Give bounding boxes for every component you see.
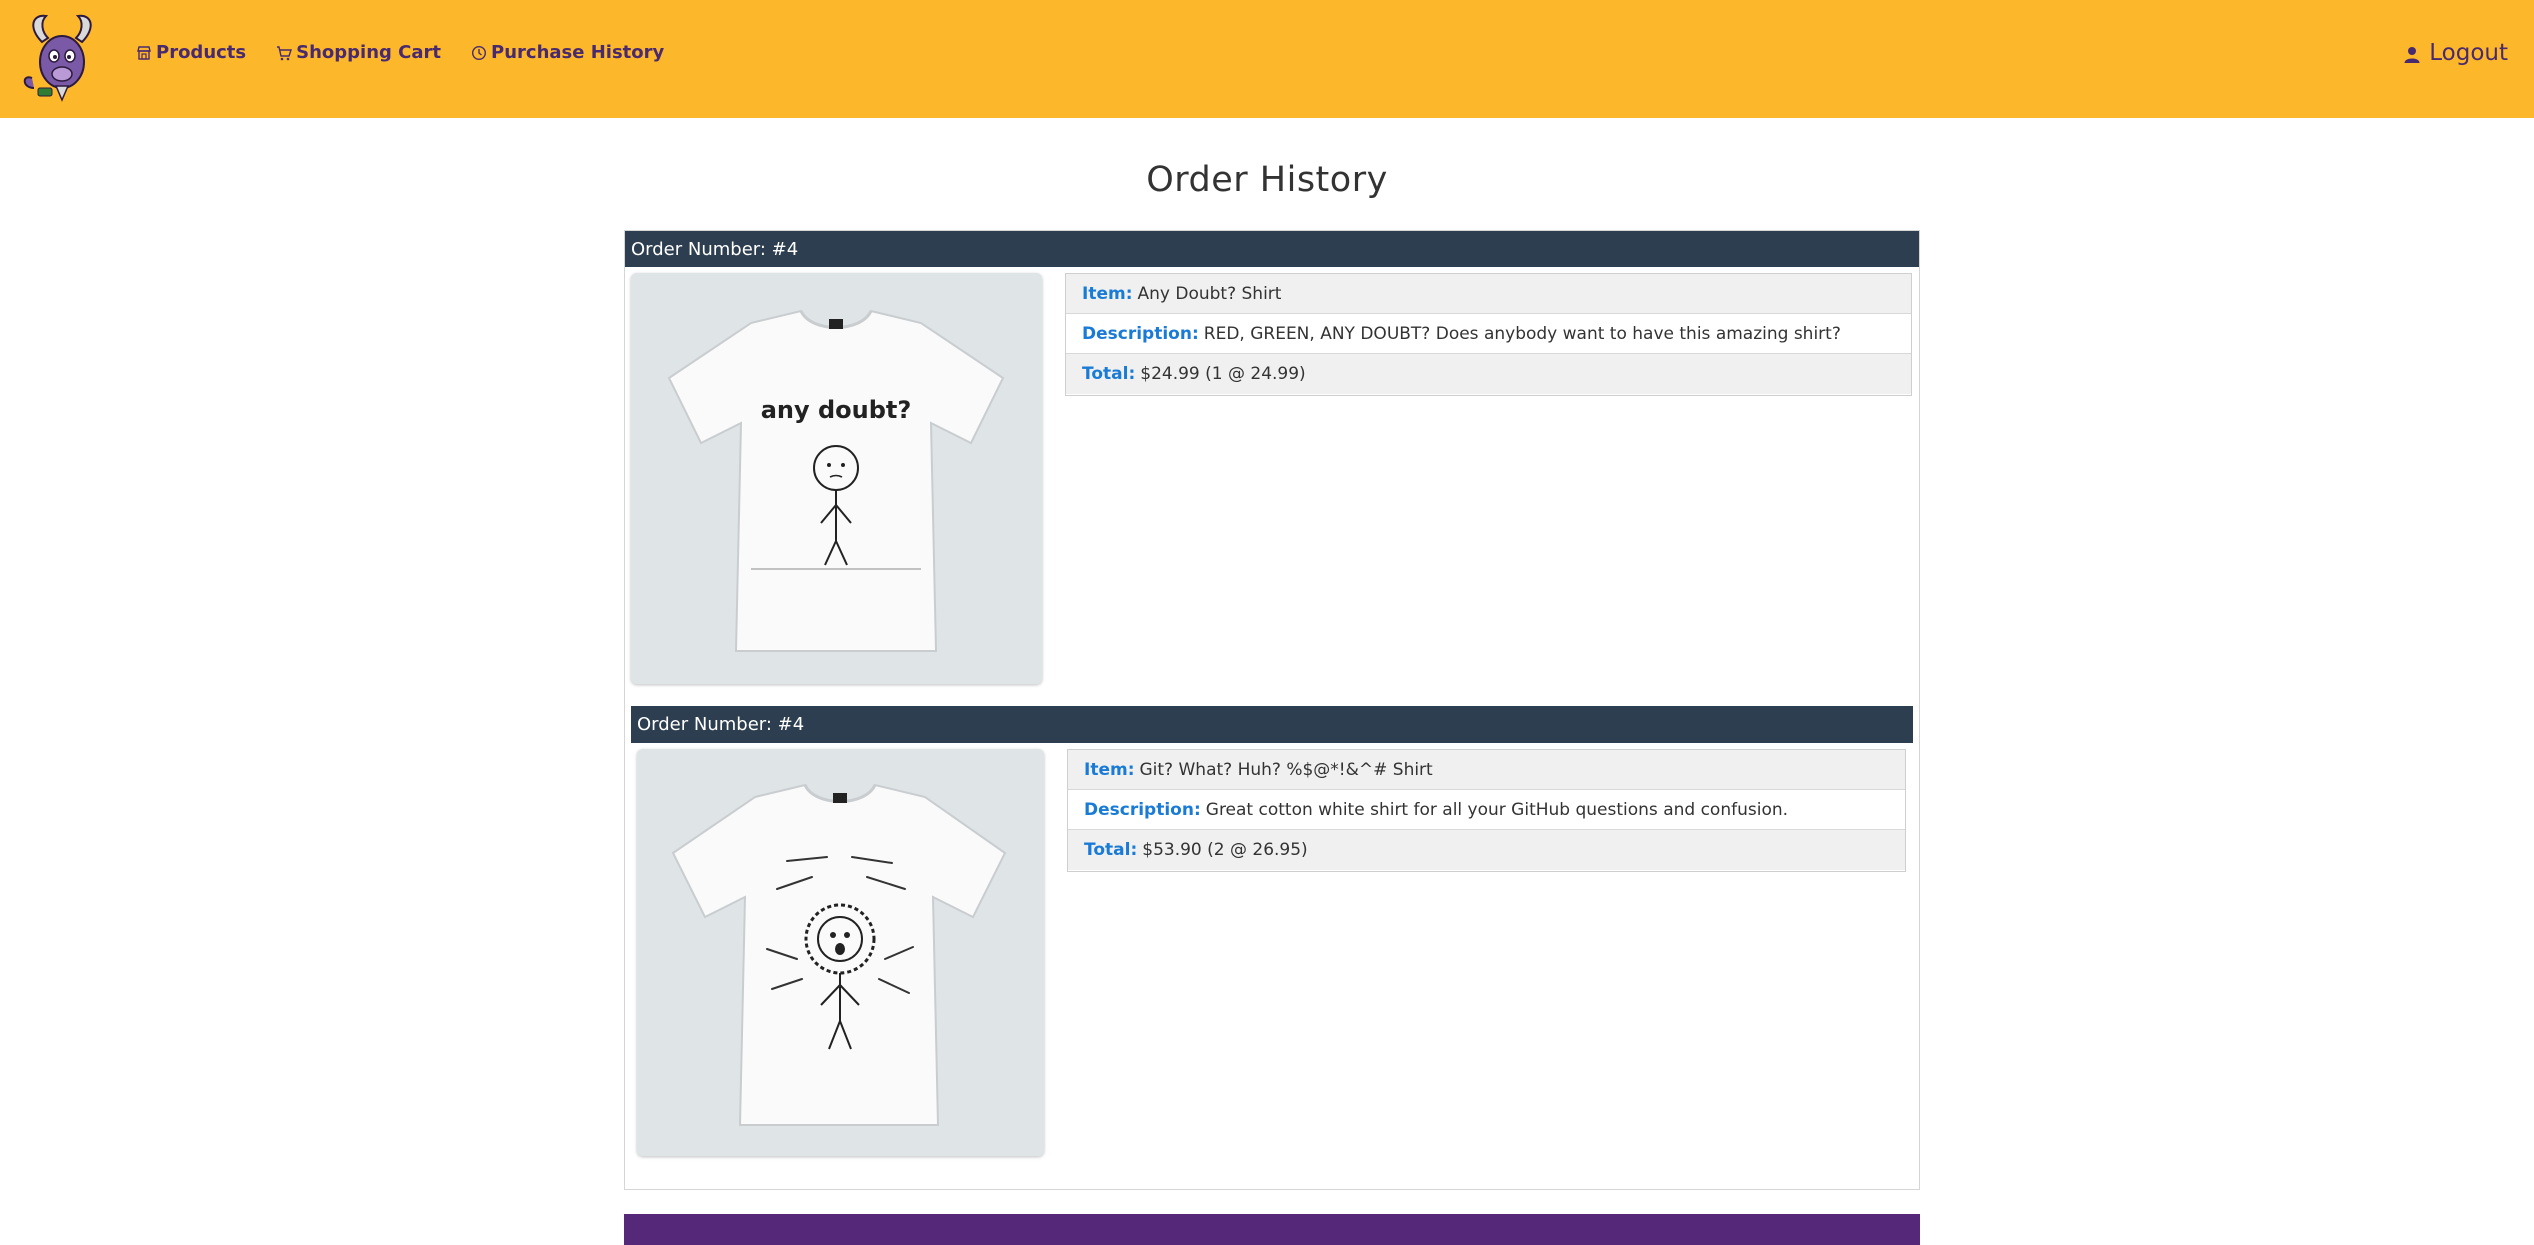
product-image-git-shirt[interactable] xyxy=(637,749,1044,1156)
total-row: Total: $24.99 (1 @ 24.99) xyxy=(1066,354,1911,394)
nav-products-label: Products xyxy=(156,42,247,63)
description-label: Description: xyxy=(1082,323,1199,344)
navbar: Products Shopping Cart Purchase History … xyxy=(0,0,2534,118)
nav-cart-label: Shopping Cart xyxy=(296,42,442,63)
description-row: Description: Great cotton white shirt fo… xyxy=(1068,790,1905,830)
item-value: Git? What? Huh? %$@*!&^# Shirt xyxy=(1139,759,1433,780)
logout-label: Logout xyxy=(2429,40,2508,66)
page-title: Order History xyxy=(1146,160,1388,200)
user-icon xyxy=(2403,44,2421,63)
item-label: Item: xyxy=(1084,759,1135,780)
cart-icon xyxy=(276,45,293,61)
item-value: Any Doubt? Shirt xyxy=(1137,283,1282,304)
footer-bar xyxy=(624,1214,1920,1245)
logout-button[interactable]: Logout xyxy=(2403,40,2508,66)
description-row: Description: RED, GREEN, ANY DOUBT? Does… xyxy=(1066,314,1911,354)
goat-logo[interactable] xyxy=(18,8,106,104)
total-row: Total: $53.90 (2 @ 26.95) xyxy=(1068,830,1905,870)
item-label: Item: xyxy=(1082,283,1133,304)
total-value: $53.90 (2 @ 26.95) xyxy=(1142,840,1308,860)
store-icon xyxy=(136,45,152,61)
nav-purchase-history-link[interactable]: Purchase History xyxy=(471,42,664,63)
shirt-print-text: any doubt? xyxy=(761,396,912,424)
total-value: $24.99 (1 @ 24.99) xyxy=(1140,364,1306,384)
nav-purchase-history-label: Purchase History xyxy=(491,42,665,63)
nav-cart-link[interactable]: Shopping Cart xyxy=(276,42,441,63)
nav-products-link[interactable]: Products xyxy=(136,42,246,63)
order-header: Order Number: #4 xyxy=(625,231,1919,267)
description-value: Great cotton white shirt for all your Gi… xyxy=(1205,799,1789,820)
order-header: Order Number: #4 xyxy=(631,706,1913,743)
item-row: Item: Git? What? Huh? %$@*!&^# Shirt xyxy=(1068,750,1905,790)
description-label: Description: xyxy=(1084,799,1201,820)
item-row: Item: Any Doubt? Shirt xyxy=(1066,274,1911,314)
total-label: Total: xyxy=(1084,840,1138,860)
description-value: RED, GREEN, ANY DOUBT? Does anybody want… xyxy=(1203,323,1841,344)
order-details: Item: Any Doubt? Shirt Description: RED,… xyxy=(1065,273,1912,396)
order-details: Item: Git? What? Huh? %$@*!&^# Shirt Des… xyxy=(1067,749,1906,872)
clock-icon xyxy=(471,45,487,61)
total-label: Total: xyxy=(1082,364,1136,384)
product-image-any-doubt-shirt[interactable]: any doubt? xyxy=(631,273,1042,684)
nav-links: Products Shopping Cart Purchase History xyxy=(136,42,694,63)
